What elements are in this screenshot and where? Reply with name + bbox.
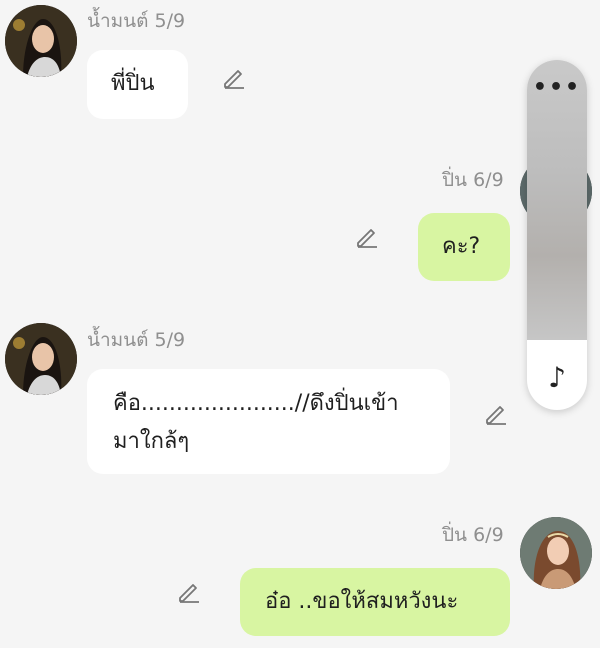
edit-pencil-icon[interactable] [354, 223, 380, 249]
message-bubble[interactable]: อ๋อ ..ขอให้สมหวังนะ [240, 568, 510, 636]
avatar-namon[interactable] [5, 5, 77, 77]
message-text: พี่ปิ่น [111, 71, 155, 96]
message-bubble[interactable]: คะ? [418, 213, 510, 281]
message-text-line: มาใกล้ๆ [113, 429, 190, 454]
edit-pencil-icon[interactable] [221, 64, 247, 90]
sender-name: น้ำมนต์ 5/9 [87, 10, 186, 32]
message-text-line: คือ......................//ดึงปิ่นเข้า [113, 391, 399, 416]
message-bubble[interactable]: พี่ปิ่น [87, 50, 188, 119]
panel-preview [527, 60, 587, 340]
message-text: คะ? [442, 234, 481, 259]
avatar-pin[interactable] [520, 517, 592, 589]
more-dots-icon[interactable]: ••• [527, 77, 587, 99]
sender-name: น้ำมนต์ 5/9 [87, 329, 186, 351]
floating-side-panel[interactable]: ••• ♪ [527, 60, 587, 410]
sender-name: ปิ่น 6/9 [442, 169, 504, 191]
music-note-icon[interactable]: ♪ [527, 358, 587, 398]
avatar-namon[interactable] [5, 323, 77, 395]
message-bubble[interactable]: คือ......................//ดึงปิ่นเข้า ม… [87, 369, 450, 474]
edit-pencil-icon[interactable] [176, 578, 202, 604]
sender-name: ปิ่น 6/9 [442, 524, 504, 546]
edit-pencil-icon[interactable] [483, 400, 509, 426]
message-text: อ๋อ ..ขอให้สมหวังนะ [265, 589, 459, 614]
